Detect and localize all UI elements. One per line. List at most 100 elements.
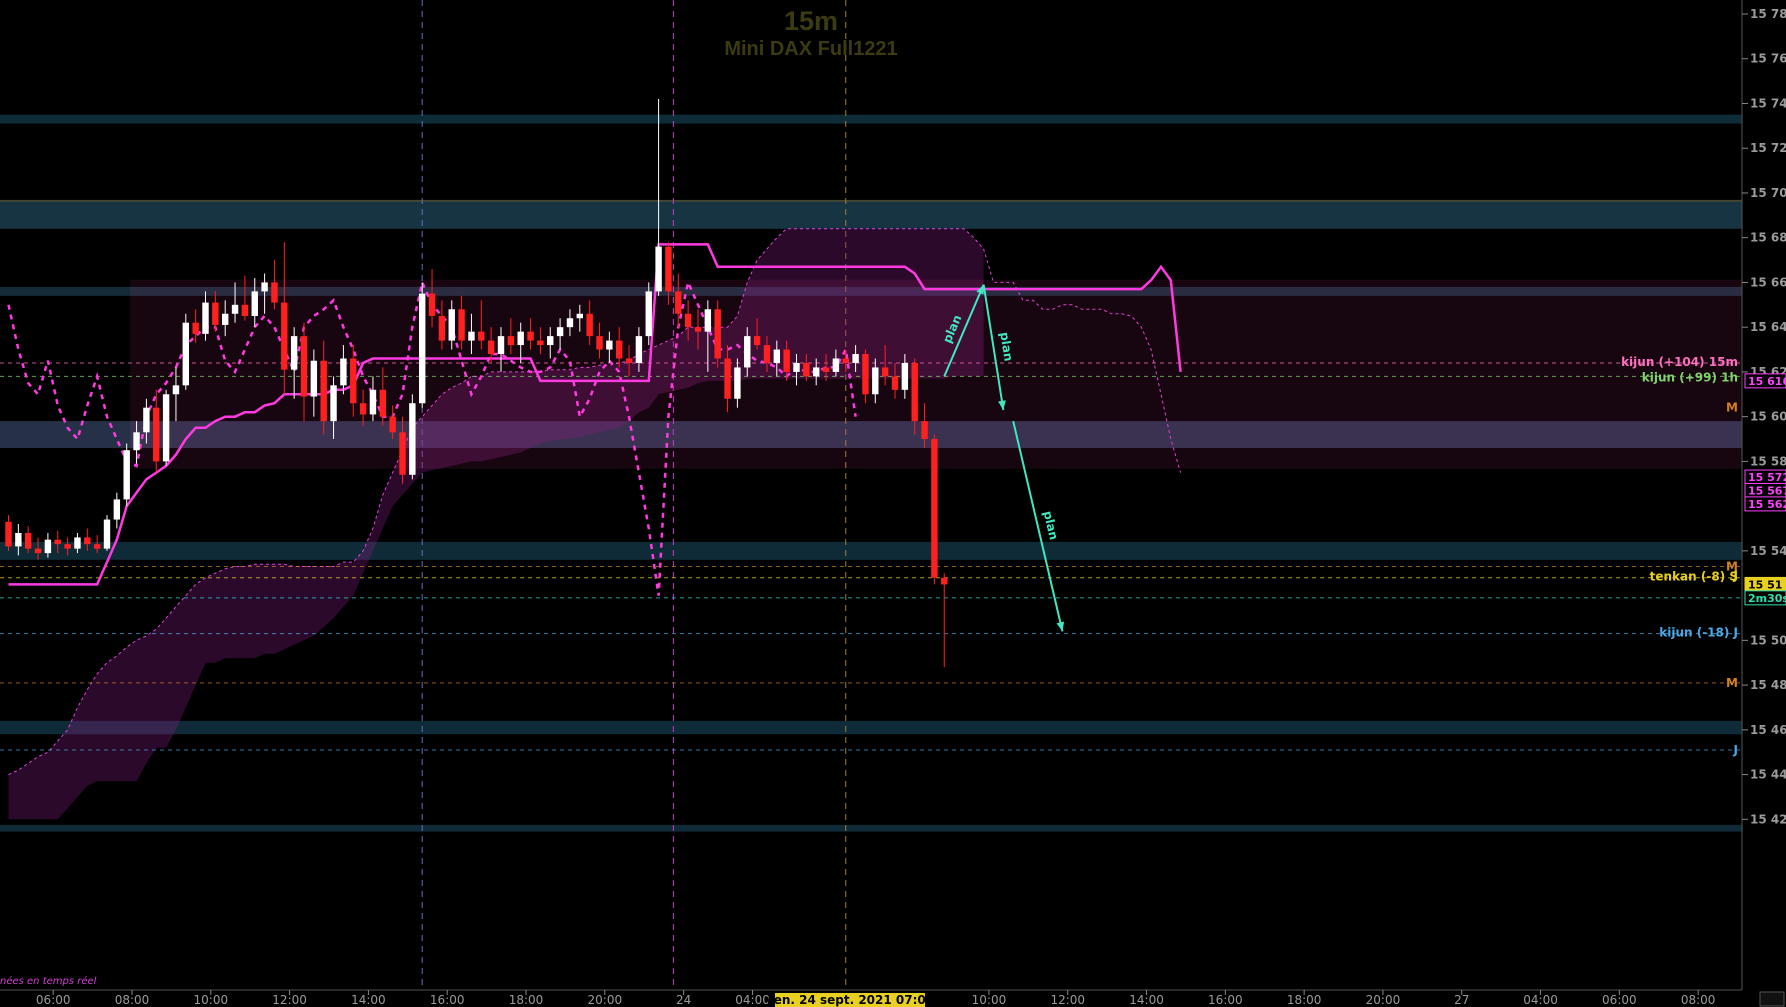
candle-body-16: [162, 394, 170, 462]
edge-letter-0: M: [1726, 401, 1738, 415]
candle-body-63: [625, 358, 633, 363]
candle-body-72: [714, 309, 721, 359]
candle-body-81: [803, 362, 810, 377]
candle-body-67: [665, 246, 672, 292]
candle-body-12: [123, 450, 130, 500]
candle-body-68: [675, 291, 682, 314]
candle-body-26: [261, 282, 268, 292]
edge-letter-4: J: [1733, 743, 1738, 757]
y-tick-label-12: 15 500: [1750, 633, 1786, 647]
candle-body-34: [340, 358, 347, 386]
x-tick-label-6: 18:00: [509, 993, 544, 1007]
candle-body-74: [734, 367, 741, 399]
candle-body-15: [153, 407, 160, 462]
candle-body-17: [172, 385, 180, 395]
candle-body-10: [103, 519, 111, 549]
date-marker: ven. 24 sept. 2021 07:00: [766, 993, 934, 1007]
candle-body-71: [704, 309, 712, 332]
axis-corner-button[interactable]: [1759, 991, 1785, 1007]
x-tick-label-7: 20:00: [588, 993, 623, 1007]
candle-body-19: [192, 322, 199, 334]
y-tick-label-1: 15 760: [1750, 52, 1786, 66]
y-tick-label-2: 15 740: [1750, 96, 1786, 110]
x-tick-label-17: 04:00: [1523, 993, 1558, 1007]
candle-body-20: [202, 302, 209, 334]
candle-body-55: [547, 336, 554, 346]
candle-body-95: [941, 577, 948, 585]
candle-body-22: [222, 313, 229, 325]
candle-body-24: [241, 304, 249, 316]
x-tick-label-12: 14:00: [1129, 993, 1164, 1007]
candle-body-11: [113, 499, 121, 520]
candle-body-90: [891, 376, 899, 390]
candle-body-52: [517, 331, 524, 346]
price-tag-0: 15 616: [1748, 375, 1786, 388]
candle-body-46: [458, 309, 465, 341]
time-axis[interactable]: 06:00 08:00 10:00 12:00 14:00 16:00 18:00 20:00…: [0, 989, 1786, 1007]
x-tick-label-15: 20:00: [1366, 993, 1401, 1007]
candle-body-69: [684, 313, 692, 328]
band-4: [0, 541, 1742, 560]
candle-body-47: [468, 331, 475, 341]
y-tick-label-4: 15 700: [1750, 186, 1786, 200]
candle-body-76: [753, 336, 761, 346]
candle-body-18: [182, 322, 189, 386]
y-tick-label-0: 15 780: [1750, 7, 1786, 21]
edge-letter-3: M: [1726, 676, 1738, 690]
candle-body-29: [290, 336, 298, 370]
candle-body-91: [901, 362, 909, 390]
line-label-2: tenkan (-8) S: [1650, 570, 1738, 584]
candle-body-77: [763, 345, 771, 363]
candle-body-40: [399, 432, 406, 475]
band-5: [0, 720, 1742, 735]
candle-body-75: [744, 336, 751, 368]
x-tick-label-19: 08:00: [1681, 993, 1716, 1007]
candle-body-39: [389, 416, 396, 433]
candle-body-3: [34, 548, 42, 554]
x-tick-label-4: 14:00: [351, 993, 386, 1007]
candle-body-54: [537, 340, 544, 346]
price-tag-5: 2m30s: [1748, 592, 1786, 605]
price-axis[interactable]: 15 780 15 760 15 740 15 720 15 700 15 680 15 6…: [1741, 0, 1786, 990]
candle-body-86: [852, 354, 859, 363]
band-highlight: [0, 199, 1742, 202]
line-label-1: kijun (+99) 1h: [1642, 370, 1738, 384]
candle-body-8: [84, 537, 91, 545]
candle-body-58: [576, 313, 583, 319]
candle-body-23: [231, 304, 239, 314]
x-tick-label-5: 16:00: [430, 993, 465, 1007]
candle-body-6: [64, 544, 71, 549]
candle-body-31: [310, 360, 318, 397]
y-tick-label-15: 15 440: [1750, 768, 1786, 782]
candle-body-89: [881, 367, 889, 377]
candle-body-87: [862, 354, 869, 395]
candle-body-79: [783, 349, 790, 372]
x-tick-label-1: 08:00: [115, 993, 150, 1007]
candle-body-27: [271, 282, 278, 303]
candle-body-38: [379, 389, 386, 417]
edge-letter-2: J: [1733, 568, 1738, 582]
candle-body-4: [44, 539, 52, 554]
candle-body-92: [911, 362, 918, 422]
price-tag-3: 15 562: [1748, 498, 1786, 511]
line-label-3: kijun (-18) J: [1659, 626, 1738, 640]
candle-body-1: [15, 532, 22, 547]
candle-body-94: [931, 439, 938, 578]
candle-body-21: [212, 302, 219, 325]
timeframe-title: 15m: [784, 6, 838, 36]
y-tick-label-13: 15 480: [1750, 678, 1786, 692]
candle-body-62: [616, 340, 623, 359]
x-tick-label-18: 06:00: [1602, 993, 1637, 1007]
candle-body-9: [93, 544, 101, 549]
candle-body-35: [350, 358, 357, 404]
price-chart[interactable]: planplanplan 15m Mini DAX Full1221 kijun…: [0, 0, 1786, 1007]
price-tag-1: 15 572: [1748, 471, 1786, 484]
band-1: [0, 201, 1742, 229]
realtime-data-note: nées en temps réel: [0, 975, 97, 987]
candle-body-56: [556, 327, 564, 337]
price-tag-2: 15 567: [1748, 484, 1786, 497]
candle-body-30: [300, 336, 308, 397]
y-tick-label-7: 15 640: [1750, 320, 1786, 334]
candle-body-7: [74, 537, 81, 549]
candle-body-28: [281, 302, 288, 370]
